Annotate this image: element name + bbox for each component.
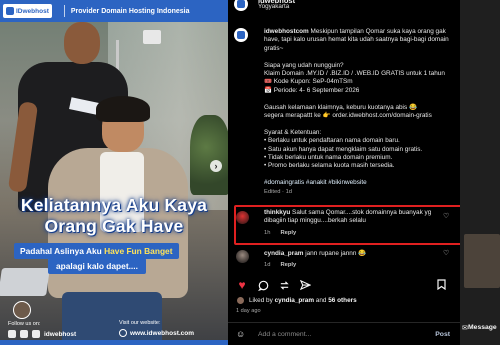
follow-label: Follow us on: — [8, 321, 41, 327]
tiktok-icon — [32, 330, 40, 338]
caption-p4-l4: • Tidak berlaku untuk nama domain premiu… — [264, 154, 393, 162]
post-panel: idwebhost Yogyakarta idwebhostcom Meskip… — [228, 0, 460, 345]
laptop — [0, 268, 50, 296]
media-avatar — [13, 301, 31, 319]
caption-p2-l2: Klaim Domain .MY.ID / .BIZ.ID / .WEB.ID … — [264, 70, 445, 78]
comment-body: Salut sama Qomar....stok domainnya buany… — [264, 209, 432, 225]
post-location[interactable]: Yogyakarta — [258, 3, 295, 10]
background-feed-strip: ✉ Message — [460, 0, 500, 345]
media-subtitle-line2: apalagi kalo dapet.... — [48, 258, 146, 274]
caption-p2-l3: 🎟️ Kode Kupon: SeP-04mTSm — [264, 78, 353, 86]
follow-block: Follow us on: idwebhost — [8, 301, 76, 338]
caption-author[interactable]: idwebhostcom — [264, 28, 309, 35]
comment-meta: 1h Reply — [264, 230, 296, 236]
media-bottombar — [0, 340, 228, 345]
caption-edited: Edited · 1d — [264, 188, 293, 195]
media-handle: idwebhost — [44, 330, 77, 338]
reply-button[interactable]: Reply — [280, 262, 296, 268]
topbar-divider — [63, 5, 65, 17]
brand-name: IDwebhost — [16, 7, 49, 15]
comment-input[interactable]: Add a comment... — [258, 331, 435, 338]
share-icon[interactable] — [278, 279, 290, 291]
emoji-icon[interactable]: ☺ — [236, 329, 248, 339]
caption-avatar[interactable] — [234, 28, 248, 42]
comment-body: jann rupane jannn 😂 — [303, 250, 367, 257]
caption-hashtags[interactable]: #domaingratis #anakit #bikinwebsite — [264, 179, 452, 187]
reply-button[interactable]: Reply — [280, 230, 296, 236]
globe-icon — [119, 329, 127, 337]
caption-p4-l5: • Promo berlaku selama kuota masih terse… — [264, 162, 395, 170]
follow-row: idwebhost — [8, 330, 76, 338]
brand-logo: IDwebhost — [3, 4, 52, 18]
caption-p3-l1: Gausah kelamaan klaimnya, keburu kuotany… — [264, 103, 417, 111]
post-header: idwebhost Yogyakarta — [228, 0, 460, 18]
likes-others[interactable]: 56 others — [328, 297, 356, 304]
media-subtitle-line1: Padahal Aslinya Aku Have Fun Banget — [14, 243, 179, 259]
caption-p4-l2: • Berlaku untuk pendaftaran nama domain … — [264, 137, 400, 145]
visit-label: Visit our website: — [119, 320, 161, 326]
post-media[interactable]: IDwebhost Provider Domain Hosting Indone… — [0, 0, 228, 345]
caption-p3-l2: segera merapattt ke 👉 order.idwebhost.co… — [264, 112, 432, 120]
send-icon[interactable] — [299, 279, 311, 291]
subtitle-highlight: Have Fun Banget — [104, 246, 173, 256]
comment-age: 1h — [264, 230, 271, 236]
chevron-right-icon[interactable]: › — [210, 160, 222, 172]
comment-text: thinkkyu Salut sama Qomar....stok domain… — [264, 209, 440, 226]
add-comment-row: ☺ Add a comment... Post — [228, 322, 460, 345]
visit-block: Visit our website: www.idwebhost.com — [119, 320, 194, 337]
caption-p2-l4: 📅 Periode: 4- 6 September 2026 — [264, 86, 360, 94]
post-date: 1 day ago — [236, 308, 261, 314]
website-url: www.idwebhost.com — [130, 329, 195, 337]
background-plant — [190, 115, 228, 195]
person-standing-head — [64, 22, 100, 64]
comment-like-icon[interactable]: ♡ — [443, 250, 450, 257]
comment-icon[interactable] — [257, 279, 269, 291]
account-avatar[interactable] — [234, 0, 248, 11]
brand-tagline: Provider Domain Hosting Indonesia — [70, 7, 190, 15]
caption-p4-l3: • Satu akun hanya dapat mengklaim satu d… — [264, 145, 423, 153]
person-seated-hair — [96, 96, 150, 122]
media-headline: Keliatannya Aku Kaya Orang Gak Have — [20, 195, 208, 236]
post-header-text: idwebhost Yogyakarta — [248, 0, 295, 10]
commenter-avatar[interactable] — [236, 250, 249, 263]
caption-text: idwebhostcom Meskipun tampilan Qomar suk… — [264, 28, 452, 196]
commenter-avatar[interactable] — [236, 211, 249, 224]
liker-avatar — [236, 296, 245, 305]
visit-row: www.idwebhost.com — [119, 329, 194, 337]
comment-age: 1d — [264, 262, 271, 268]
brand-logo-icon — [6, 7, 14, 15]
heart-icon[interactable]: ♥ — [236, 279, 248, 291]
bookmark-icon[interactable] — [437, 279, 446, 293]
post-caption: idwebhostcom Meskipun tampilan Qomar suk… — [234, 28, 458, 195]
post-comment-button[interactable]: Post — [435, 331, 450, 338]
instagram-icon — [8, 330, 16, 338]
likes-user[interactable]: cyndia_pram — [275, 297, 314, 304]
likes-row: Liked by cyndia_pram and 56 others — [236, 296, 357, 305]
caption-p4-l1: Syarat & Ketentuan: — [264, 128, 322, 136]
message-icon[interactable]: ✉ — [462, 324, 468, 332]
action-bar: ♥ — [236, 279, 311, 291]
message-label[interactable]: Message — [468, 324, 497, 331]
facebook-icon — [20, 330, 28, 338]
comment-text: cyndia_pram jann rupane jannn 😂 — [264, 250, 440, 258]
media-topbar: IDwebhost Provider Domain Hosting Indone… — [0, 0, 228, 22]
person-seated-jeans — [62, 292, 162, 345]
comment-user[interactable]: cyndia_pram — [264, 250, 303, 257]
modal-overlay[interactable] — [460, 0, 500, 345]
comment-like-icon[interactable]: ♡ — [443, 213, 450, 220]
likes-mid: and — [314, 297, 329, 304]
likes-prefix: Liked by — [249, 297, 275, 304]
likes-text: Liked by cyndia_pram and 56 others — [249, 297, 357, 304]
comment-user[interactable]: thinkkyu — [264, 209, 290, 216]
caption-p2-l1: Siapa yang udah nungguin? — [264, 61, 344, 69]
comment-meta: 1d Reply — [264, 262, 296, 268]
subtitle-text: Padahal Aslinya Aku — [20, 246, 105, 256]
open-sign — [143, 30, 161, 44]
